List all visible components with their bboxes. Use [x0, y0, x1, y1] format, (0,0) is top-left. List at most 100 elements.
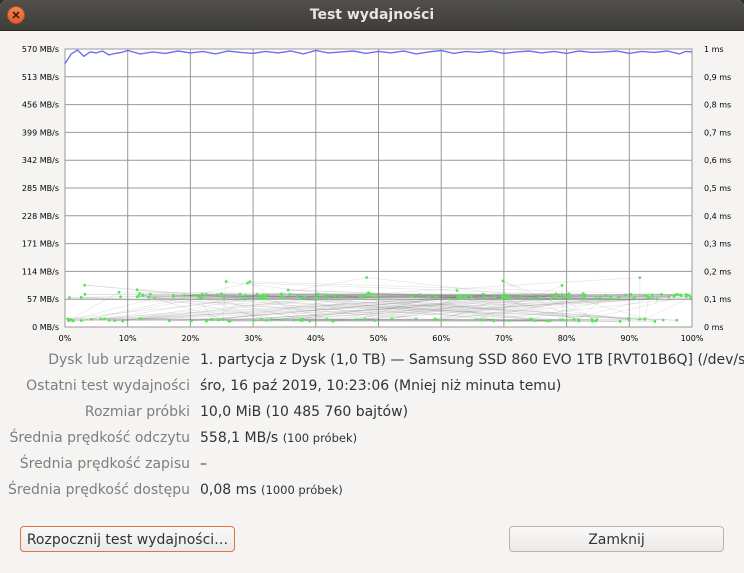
access-time-point — [365, 276, 369, 279]
access-time-point — [262, 297, 266, 301]
access-time-point — [117, 290, 121, 294]
access-time-point — [241, 297, 245, 301]
access-time-point — [643, 318, 647, 321]
access-time-point — [282, 295, 286, 299]
access-time-point — [107, 319, 111, 322]
access-time-point — [260, 296, 263, 300]
access-time-point — [79, 295, 83, 299]
y-left-tick-label: 114 MB/s — [22, 267, 59, 276]
y-left-tick-label: 342 MB/s — [22, 156, 59, 165]
y-right-tick-label: 0 ms — [704, 323, 724, 332]
access-time-point — [279, 318, 283, 322]
access-time-point — [684, 293, 688, 297]
y-right-tick-label: 1 ms — [704, 45, 724, 54]
access-time-point — [528, 297, 532, 301]
access-time-point — [147, 295, 151, 299]
access-time-point — [308, 319, 311, 323]
access-time-point — [220, 292, 223, 296]
x-tick-label: 80% — [558, 334, 576, 341]
access-time-point — [121, 319, 125, 323]
access-time-point — [172, 295, 175, 299]
access-time-point — [560, 284, 564, 287]
access-time-point — [216, 293, 219, 297]
y-right-tick-label: 0,6 ms — [704, 156, 731, 165]
access-time-point — [103, 317, 106, 321]
access-time-point — [594, 297, 598, 300]
info-row-access-time: Średnia prędkość dostępu 0,08 ms (1000 p… — [8, 482, 343, 498]
access-time-point — [577, 318, 580, 322]
access-time-point — [182, 294, 186, 297]
access-time-point — [324, 294, 328, 298]
access-time-point — [582, 293, 586, 297]
y-right-tick-label: 0,4 ms — [704, 212, 731, 221]
access-time-point — [244, 293, 248, 297]
access-time-point — [83, 292, 87, 296]
close-button[interactable]: Zamknij — [509, 526, 724, 552]
y-left-tick-label: 399 MB/s — [22, 128, 59, 137]
access-time-point — [246, 281, 249, 285]
access-time-point — [643, 294, 647, 298]
access-time-point — [529, 317, 532, 321]
y-right-tick-label: 0,5 ms — [704, 184, 731, 193]
title-bar[interactable]: Test wydajności — [0, 0, 744, 31]
access-time-point — [618, 319, 622, 323]
access-time-point — [264, 318, 268, 322]
access-time-point — [113, 319, 117, 323]
access-time-point — [204, 292, 208, 296]
access-time-point — [617, 295, 621, 299]
access-time-point — [367, 293, 370, 297]
access-time-point — [79, 319, 83, 322]
access-time-point — [168, 319, 171, 323]
y-left-tick-label: 285 MB/s — [22, 184, 59, 193]
access-time-point — [651, 296, 654, 300]
access-time-point — [558, 297, 562, 301]
access-time-point — [565, 295, 568, 299]
access-time-point — [558, 318, 562, 322]
access-time-point — [316, 297, 320, 301]
access-time-point — [148, 292, 152, 296]
access-time-point — [672, 295, 676, 298]
access-time-point — [623, 293, 627, 297]
access-time-point — [492, 319, 495, 323]
access-time-point — [479, 318, 483, 322]
benchmark-chart: 0% 10% 20% 30% 40% 50% 60% 70% 80% 90% 100% 0 MB/s 0… — [22, 45, 731, 341]
x-tick-label: 70% — [495, 334, 513, 341]
access-time-point — [433, 317, 437, 321]
access-time-point — [331, 319, 335, 323]
access-time-point — [255, 292, 259, 296]
access-time-point — [493, 294, 497, 298]
access-time-point — [279, 292, 283, 296]
access-time-point — [500, 296, 504, 300]
access-time-point — [217, 318, 220, 322]
access-time-point — [560, 293, 564, 296]
y-right-tick-label: 0,8 ms — [704, 101, 731, 110]
access-time-point — [333, 294, 337, 298]
access-time-point — [373, 295, 376, 299]
access-time-point — [519, 293, 523, 297]
access-time-point — [469, 295, 473, 299]
access-time-point — [548, 319, 552, 323]
access-time-point — [433, 294, 437, 297]
access-time-point — [533, 319, 537, 323]
access-time-point — [373, 319, 377, 322]
access-time-point — [369, 292, 373, 296]
access-time-point — [301, 318, 304, 322]
access-time-point — [500, 294, 504, 297]
access-time-point — [595, 318, 599, 322]
x-tick-label: 40% — [307, 334, 325, 341]
x-tick-label: 0% — [59, 334, 72, 341]
access-time-point — [192, 293, 196, 297]
access-time-point — [288, 293, 291, 296]
access-time-point — [299, 297, 303, 300]
access-time-point — [261, 293, 265, 297]
access-time-point — [89, 317, 93, 321]
access-time-point — [462, 295, 466, 298]
access-time-point — [598, 295, 602, 299]
access-time-point — [567, 292, 571, 296]
access-time-point — [507, 319, 511, 323]
access-time-point — [221, 318, 225, 321]
access-time-point — [655, 297, 659, 301]
access-time-point — [590, 318, 594, 322]
start-benchmark-button[interactable]: Rozpocznij test wydajności… — [20, 526, 235, 552]
access-time-point — [448, 297, 451, 301]
